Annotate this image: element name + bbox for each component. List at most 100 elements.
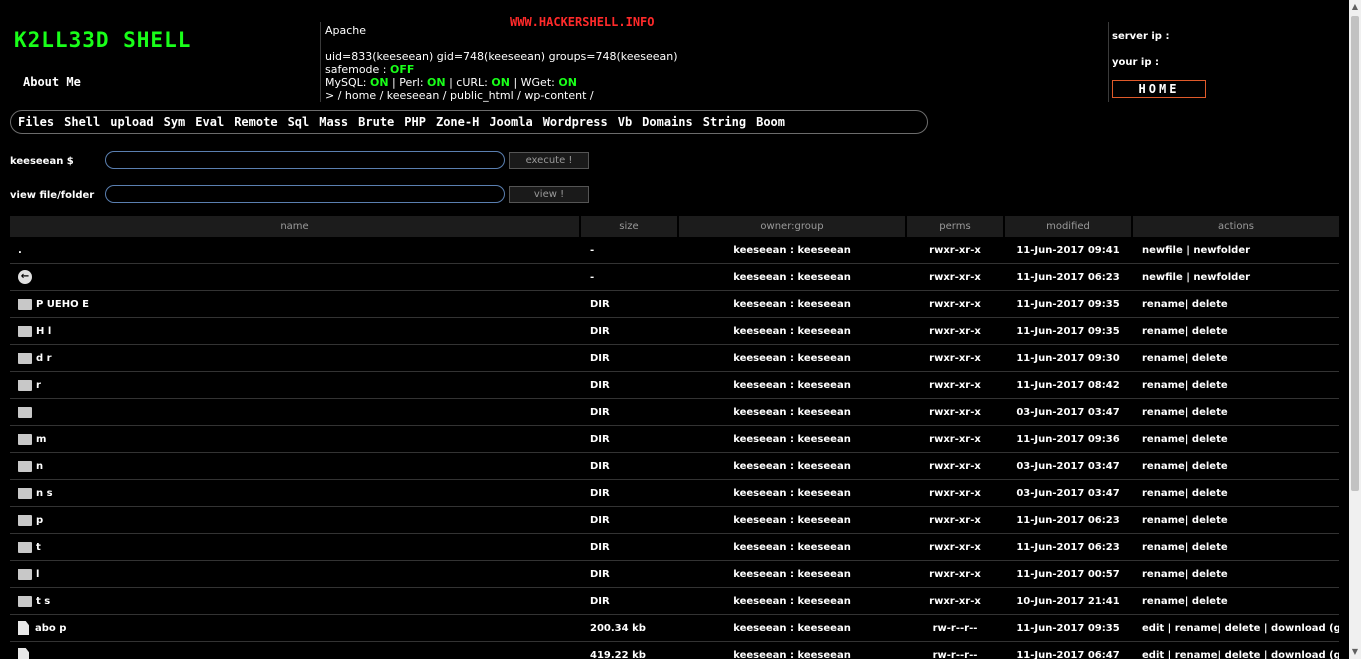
file-name-cell[interactable]: n s	[10, 487, 580, 499]
file-name-cell[interactable]	[10, 406, 580, 418]
current-path[interactable]: > / home / keeseean / public_html / wp-c…	[325, 89, 678, 102]
header-modified[interactable]: modified	[1005, 216, 1131, 237]
menu-item-sym[interactable]: Sym	[164, 115, 186, 129]
menu-item-string[interactable]: String	[703, 115, 746, 129]
view-path-input[interactable]	[105, 185, 505, 203]
header-perms[interactable]: perms	[907, 216, 1003, 237]
menu-item-brute[interactable]: Brute	[358, 115, 394, 129]
table-row[interactable]: t s DIR keeseean : keeseean rwxr-xr-x 10-Jun…	[10, 588, 1339, 615]
execute-button[interactable]: execute !	[509, 152, 589, 169]
scrollbar-thumb[interactable]	[1351, 16, 1359, 491]
actions-cell[interactable]: rename| delete	[1132, 488, 1339, 499]
scroll-down-icon[interactable]: ▼	[1349, 645, 1361, 659]
table-row[interactable]: . - keeseean : keeseean rwxr-xr-x 11-Jun-201…	[10, 237, 1339, 264]
file-name-text[interactable]: p	[36, 515, 43, 526]
actions-cell[interactable]: newfile | newfolder	[1132, 272, 1339, 283]
menu-item-upload[interactable]: upload	[110, 115, 153, 129]
actions-cell[interactable]: rename| delete	[1132, 434, 1339, 445]
table-row[interactable]: t DIR keeseean : keeseean rwxr-xr-x 11-Jun-2…	[10, 534, 1339, 561]
file-name-cell[interactable]: p	[10, 514, 580, 526]
perms-cell[interactable]: rwxr-xr-x	[906, 353, 1004, 364]
view-button[interactable]: view !	[509, 186, 589, 203]
perms-cell[interactable]: rwxr-xr-x	[906, 245, 1004, 256]
table-row[interactable]: P UEHO E DIR keeseean : keeseean rwxr-xr-x 1…	[10, 291, 1339, 318]
table-row[interactable]: DIR keeseean : keeseean rwxr-xr-x 03-Jun-20…	[10, 399, 1339, 426]
perms-cell[interactable]: rwxr-xr-x	[906, 515, 1004, 526]
table-row[interactable]: abo p 200.34 kb keeseean : keeseean rw-r--r…	[10, 615, 1339, 642]
table-row[interactable]: p DIR keeseean : keeseean rwxr-xr-x 11-Jun-2…	[10, 507, 1339, 534]
perms-cell[interactable]: rwxr-xr-x	[906, 596, 1004, 607]
perms-cell[interactable]: rwxr-xr-x	[906, 272, 1004, 283]
perms-cell[interactable]: rwxr-xr-x	[906, 569, 1004, 580]
table-row[interactable]: n DIR keeseean : keeseean rwxr-xr-x 03-Jun-2…	[10, 453, 1339, 480]
menu-item-remote[interactable]: Remote	[234, 115, 277, 129]
table-row[interactable]: r DIR keeseean : keeseean rwxr-xr-x 11-Jun-2…	[10, 372, 1339, 399]
actions-cell[interactable]: rename| delete	[1132, 596, 1339, 607]
file-name-text[interactable]: l	[36, 569, 39, 580]
file-name-text[interactable]: .	[18, 245, 22, 256]
actions-cell[interactable]: rename| delete	[1132, 353, 1339, 364]
actions-cell[interactable]: newfile | newfolder	[1132, 245, 1339, 256]
menu-item-zone-h[interactable]: Zone-H	[436, 115, 479, 129]
header-name[interactable]: name	[10, 216, 579, 237]
perms-cell[interactable]: rwxr-xr-x	[906, 542, 1004, 553]
file-name-cell[interactable]: .	[10, 245, 580, 256]
table-row[interactable]: d r DIR keeseean : keeseean rwxr-xr-x 11-Jun…	[10, 345, 1339, 372]
perms-cell[interactable]: rwxr-xr-x	[906, 326, 1004, 337]
command-input[interactable]	[105, 151, 505, 169]
home-button[interactable]: HOME	[1112, 80, 1206, 98]
actions-cell[interactable]: rename| delete	[1132, 515, 1339, 526]
file-name-cell[interactable]: t s	[10, 595, 580, 607]
menu-item-sql[interactable]: Sql	[288, 115, 310, 129]
file-name-text[interactable]: n s	[36, 488, 53, 499]
file-name-cell[interactable]: ←	[10, 270, 580, 284]
perms-cell[interactable]: rwxr-xr-x	[906, 299, 1004, 310]
menu-item-php[interactable]: PHP	[404, 115, 426, 129]
file-name-text[interactable]: r	[36, 380, 41, 391]
menu-item-eval[interactable]: Eval	[195, 115, 224, 129]
file-name-text[interactable]: H l	[36, 326, 51, 337]
file-name-text[interactable]: m	[36, 434, 46, 445]
actions-cell[interactable]: rename| delete	[1132, 326, 1339, 337]
perms-cell[interactable]: rwxr-xr-x	[906, 434, 1004, 445]
back-arrow-icon[interactable]: ←	[18, 270, 32, 284]
menu-item-mass[interactable]: Mass	[319, 115, 348, 129]
file-name-cell[interactable]	[10, 648, 580, 659]
menu-item-wordpress[interactable]: Wordpress	[543, 115, 608, 129]
actions-cell[interactable]: rename| delete	[1132, 461, 1339, 472]
header-owner[interactable]: owner:group	[679, 216, 905, 237]
menu-item-shell[interactable]: Shell	[64, 115, 100, 129]
table-row[interactable]: H l DIR keeseean : keeseean rwxr-xr-x 11-Jun…	[10, 318, 1339, 345]
file-name-text[interactable]: t s	[36, 596, 50, 607]
file-name-cell[interactable]: n	[10, 460, 580, 472]
file-name-text[interactable]: d r	[36, 353, 52, 364]
page-scrollbar[interactable]: ▲ ▼	[1349, 0, 1361, 659]
file-name-cell[interactable]: d r	[10, 352, 580, 364]
actions-cell[interactable]: edit | rename| delete | download (gz)	[1132, 650, 1339, 659]
file-name-text[interactable]: P UEHO E	[36, 299, 89, 310]
perms-cell[interactable]: rw-r--r--	[906, 650, 1004, 659]
menu-item-boom[interactable]: Boom	[756, 115, 785, 129]
file-name-cell[interactable]: H l	[10, 325, 580, 337]
table-row[interactable]: l DIR keeseean : keeseean rwxr-xr-x 11-Jun-2…	[10, 561, 1339, 588]
file-name-text[interactable]: abo p	[35, 623, 66, 634]
perms-cell[interactable]: rwxr-xr-x	[906, 488, 1004, 499]
actions-cell[interactable]: rename| delete	[1132, 569, 1339, 580]
file-name-text[interactable]: n	[36, 461, 43, 472]
file-name-cell[interactable]: t	[10, 541, 580, 553]
actions-cell[interactable]: rename| delete	[1132, 542, 1339, 553]
menu-item-domains[interactable]: Domains	[642, 115, 693, 129]
menu-item-joomla[interactable]: Joomla	[489, 115, 532, 129]
file-name-cell[interactable]: m	[10, 433, 580, 445]
perms-cell[interactable]: rwxr-xr-x	[906, 407, 1004, 418]
perms-cell[interactable]: rw-r--r--	[906, 623, 1004, 634]
actions-cell[interactable]: rename| delete	[1132, 299, 1339, 310]
table-row[interactable]: n s DIR keeseean : keeseean rwxr-xr-x 03-Jun…	[10, 480, 1339, 507]
table-row[interactable]: ← - keeseean : keeseean rwxr-xr-x 11-Jun-201…	[10, 264, 1339, 291]
actions-cell[interactable]: edit | rename| delete | download (gz)	[1132, 623, 1339, 634]
menu-item-vb[interactable]: Vb	[618, 115, 632, 129]
file-name-cell[interactable]: P UEHO E	[10, 298, 580, 310]
actions-cell[interactable]: rename| delete	[1132, 407, 1339, 418]
header-size[interactable]: size	[581, 216, 677, 237]
table-row[interactable]: m DIR keeseean : keeseean rwxr-xr-x 11-Jun-2…	[10, 426, 1339, 453]
